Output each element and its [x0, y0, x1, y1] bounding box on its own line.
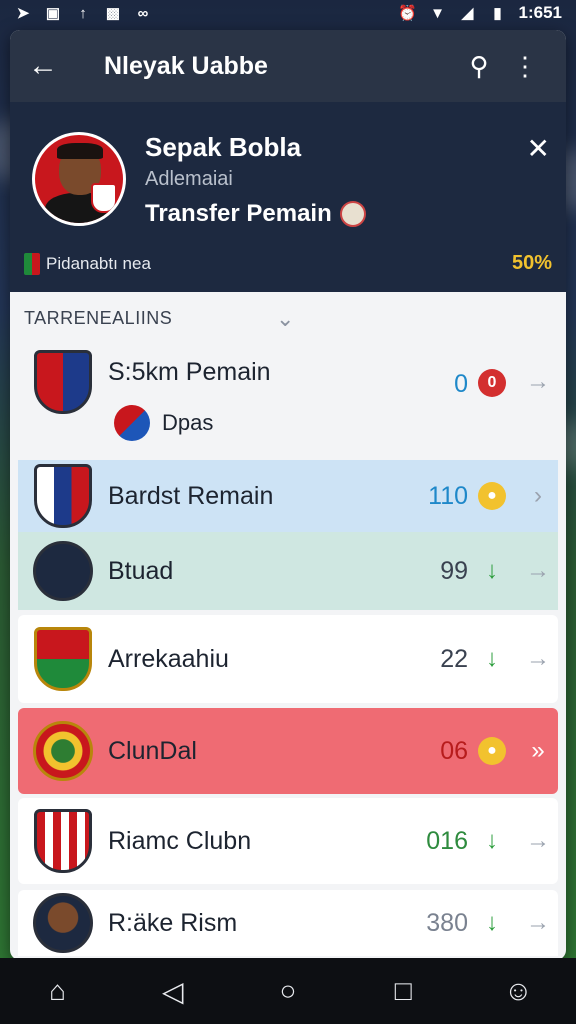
- row-value: 22: [440, 644, 468, 673]
- arrow-right-icon[interactable]: →: [518, 645, 558, 673]
- player-name: Sepak Bobla: [145, 132, 302, 162]
- arrow-right-icon[interactable]: →: [518, 557, 558, 585]
- list-item[interactable]: Arrekaahiu 22 ↓ →: [18, 615, 558, 703]
- status-icon: ●: [478, 482, 506, 510]
- row-value: 380: [426, 908, 468, 937]
- club-crest-icon: [34, 350, 92, 414]
- footer-label: Pidanabtı nea: [46, 253, 151, 273]
- home-circle-icon[interactable]: ○: [258, 975, 318, 1007]
- club-badge-icon: [114, 405, 150, 441]
- list-item[interactable]: ClunDal 06 ● »: [18, 708, 558, 794]
- cast-icon: ▩: [105, 5, 121, 22]
- row-value: 110: [428, 481, 468, 510]
- player-avatar[interactable]: [32, 132, 126, 226]
- more-vert-icon[interactable]: ⋮: [502, 51, 548, 82]
- profile-footer: Pidanabtı nea 50%: [24, 252, 552, 275]
- status-icon: ●: [478, 737, 506, 765]
- arrow-down-icon: ↓: [486, 645, 498, 672]
- status-time: 1:651: [518, 3, 562, 22]
- list-item[interactable]: S:5km Pemain Dpas 0 0 →: [18, 340, 558, 455]
- close-icon[interactable]: ✕: [527, 132, 550, 165]
- signal-icon: ◢: [461, 5, 474, 22]
- wifi-icon: ▼: [430, 4, 445, 22]
- list-item[interactable]: Bardst Remain 110 ● ›: [18, 460, 558, 532]
- player-profile-header: Sepak Bobla Adlemaiai Transfer Pemain ✕ …: [10, 102, 566, 292]
- gallery-icon: ▣: [45, 5, 61, 22]
- section-header: TARRENEALIINS ⌄: [10, 292, 566, 344]
- player-subtitle: Adlemaiai: [145, 168, 233, 190]
- row-value: 99: [440, 556, 468, 585]
- club-name: R:äke Rism: [108, 908, 238, 937]
- arrow-down-icon: ↓: [486, 557, 498, 584]
- system-nav-bar: ⌂ ◁ ○ □ ☺: [0, 958, 576, 1024]
- list-item[interactable]: Btuad 99 ↓ →: [18, 532, 558, 610]
- link-icon: ∞: [137, 4, 149, 22]
- club-name: Btuad: [108, 556, 174, 585]
- flag-icon: [24, 252, 40, 275]
- club-crest-icon: [33, 721, 93, 781]
- transfer-percent: 50%: [511, 252, 552, 274]
- club-crest-icon: [34, 627, 92, 691]
- battery-icon: ▮: [493, 5, 502, 22]
- club-name: Bardst Remain: [108, 481, 274, 510]
- status-bar: ➤ ▣ ↑ ▩ ∞ ⏰ ▼ ◢ ▮ 1:651: [0, 0, 576, 26]
- back-arrow-icon[interactable]: ←: [28, 49, 68, 83]
- alarm-icon: ⏰: [398, 5, 417, 22]
- club-crest-icon: [339, 201, 366, 227]
- arrow-down-icon: ↓: [486, 909, 498, 936]
- row-value: 016: [426, 826, 468, 855]
- arrow-down-icon: ↓: [486, 827, 498, 854]
- club-crest-icon: [33, 541, 93, 601]
- arrow-right-icon[interactable]: →: [518, 340, 558, 396]
- chevron-down-icon[interactable]: ⌄: [276, 306, 295, 332]
- chevron-right-icon[interactable]: ›: [518, 482, 558, 510]
- list-item[interactable]: R:äke Rism 380 ↓ →: [18, 890, 558, 956]
- page-title: Nleyak Uabbe: [104, 51, 268, 80]
- player-avatar: [33, 893, 93, 953]
- list-item[interactable]: Riamc Clubn 016 ↓ →: [18, 798, 558, 884]
- arrow-right-icon[interactable]: →: [518, 909, 558, 937]
- sub-label: Dpas: [162, 410, 214, 435]
- navigation-icon: ➤: [16, 5, 30, 22]
- chevron-right-icon[interactable]: »: [518, 737, 558, 765]
- row-value: 06: [440, 736, 468, 765]
- section-title: TARRENEALIINS: [24, 307, 173, 328]
- home-icon[interactable]: ⌂: [28, 975, 88, 1007]
- transfer-label: Transfer Pemain: [145, 200, 366, 228]
- arrow-right-icon[interactable]: →: [518, 827, 558, 855]
- club-name: S:5km Pemain: [108, 358, 271, 386]
- club-name: Arrekaahiu: [108, 644, 229, 673]
- back-icon[interactable]: ◁: [143, 975, 203, 1008]
- club-crest-icon: [34, 464, 92, 528]
- club-name: ClunDal: [108, 736, 197, 765]
- row-value: 0: [454, 370, 468, 398]
- recents-icon[interactable]: □: [373, 975, 433, 1007]
- search-icon[interactable]: ⚲: [456, 51, 502, 82]
- upload-icon: ↑: [79, 4, 87, 22]
- app-bar: ← Nleyak Uabbe ⚲ ⋮: [10, 30, 566, 102]
- club-crest-icon: [34, 809, 92, 873]
- transfer-text: Transfer Pemain: [145, 200, 332, 227]
- profile-icon[interactable]: ☺: [488, 975, 548, 1007]
- club-name: Riamc Clubn: [108, 826, 252, 855]
- status-icon: 0: [478, 369, 506, 397]
